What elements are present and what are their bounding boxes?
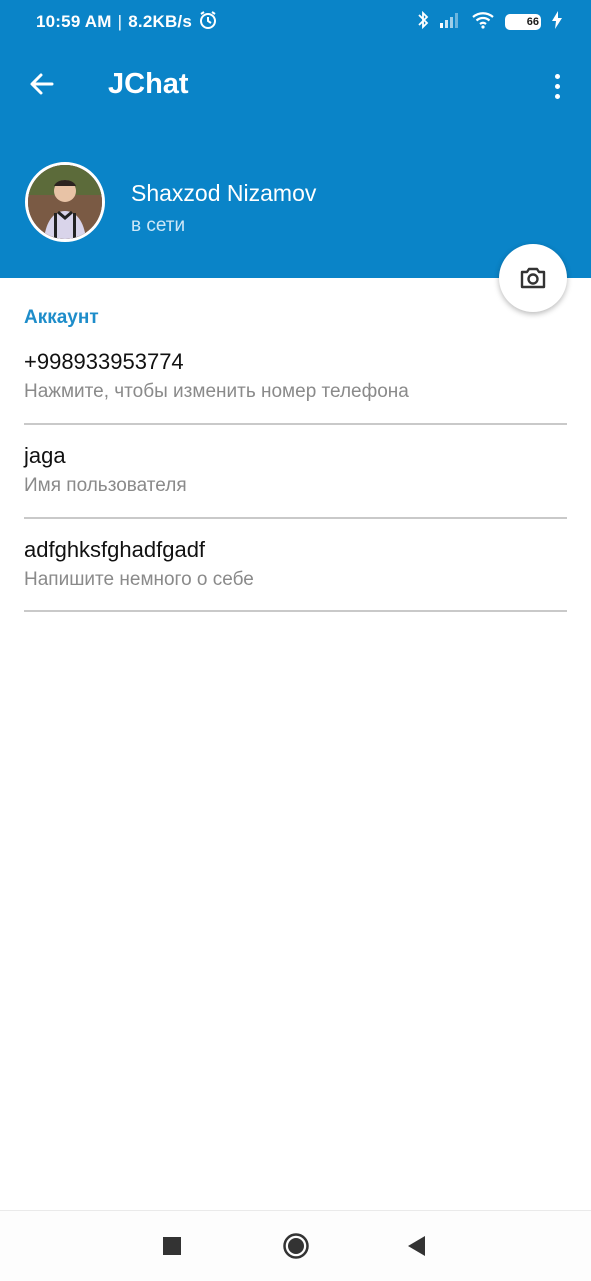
- battery-indicator: 66: [505, 14, 541, 30]
- status-separator: |: [117, 12, 123, 31]
- bio-item[interactable]: adfghksfghadfgadf Напишите немного о себ…: [24, 537, 567, 612]
- more-options-button[interactable]: [545, 68, 569, 104]
- more-vert-icon: [554, 73, 560, 79]
- alarm-icon: [198, 10, 218, 35]
- phone-number-item[interactable]: +998933953774 Нажмите, чтобы изменить но…: [24, 349, 567, 425]
- account-section-title: Аккаунт: [24, 307, 99, 328]
- bio-value: adfghksfghadfgadf: [24, 537, 206, 562]
- avatar-photo: [28, 165, 102, 239]
- recents-button[interactable]: [142, 1211, 202, 1281]
- home-button[interactable]: [266, 1211, 326, 1281]
- bio-hint: Напишите немного о себе: [24, 569, 254, 590]
- system-back-button[interactable]: [386, 1211, 446, 1281]
- wifi-icon: [471, 11, 495, 34]
- status-time: 10:59 AM: [36, 12, 112, 31]
- username-hint: Имя пользователя: [24, 475, 187, 496]
- triangle-back-icon: [408, 1236, 425, 1256]
- phone-number-hint: Нажмите, чтобы изменить номер телефона: [24, 381, 409, 402]
- charging-icon: [551, 10, 563, 34]
- username-value: jaga: [24, 443, 66, 468]
- status-net-speed: 8.2KB/s: [128, 12, 193, 31]
- bluetooth-icon: [417, 10, 429, 35]
- camera-icon: [520, 267, 546, 289]
- back-button[interactable]: [24, 66, 60, 102]
- circle-icon: [283, 1233, 309, 1259]
- change-photo-button[interactable]: [499, 244, 567, 312]
- user-status: в сети: [131, 215, 186, 236]
- profile-header: JChat Shaxzod Nizamov в сети: [0, 44, 591, 278]
- status-bar: 10:59 AM | 8.2KB/s 66: [0, 0, 591, 44]
- phone-number-value: +998933953774: [24, 349, 184, 374]
- avatar[interactable]: [25, 162, 105, 242]
- square-icon: [163, 1237, 181, 1255]
- user-name: Shaxzod Nizamov: [131, 180, 317, 206]
- app-title: JChat: [108, 68, 189, 100]
- system-nav-bar: [0, 1210, 591, 1281]
- username-item[interactable]: jaga Имя пользователя: [24, 443, 567, 519]
- signal-icon: [439, 11, 461, 34]
- arrow-left-icon: [30, 73, 54, 95]
- battery-level: 66: [526, 16, 539, 28]
